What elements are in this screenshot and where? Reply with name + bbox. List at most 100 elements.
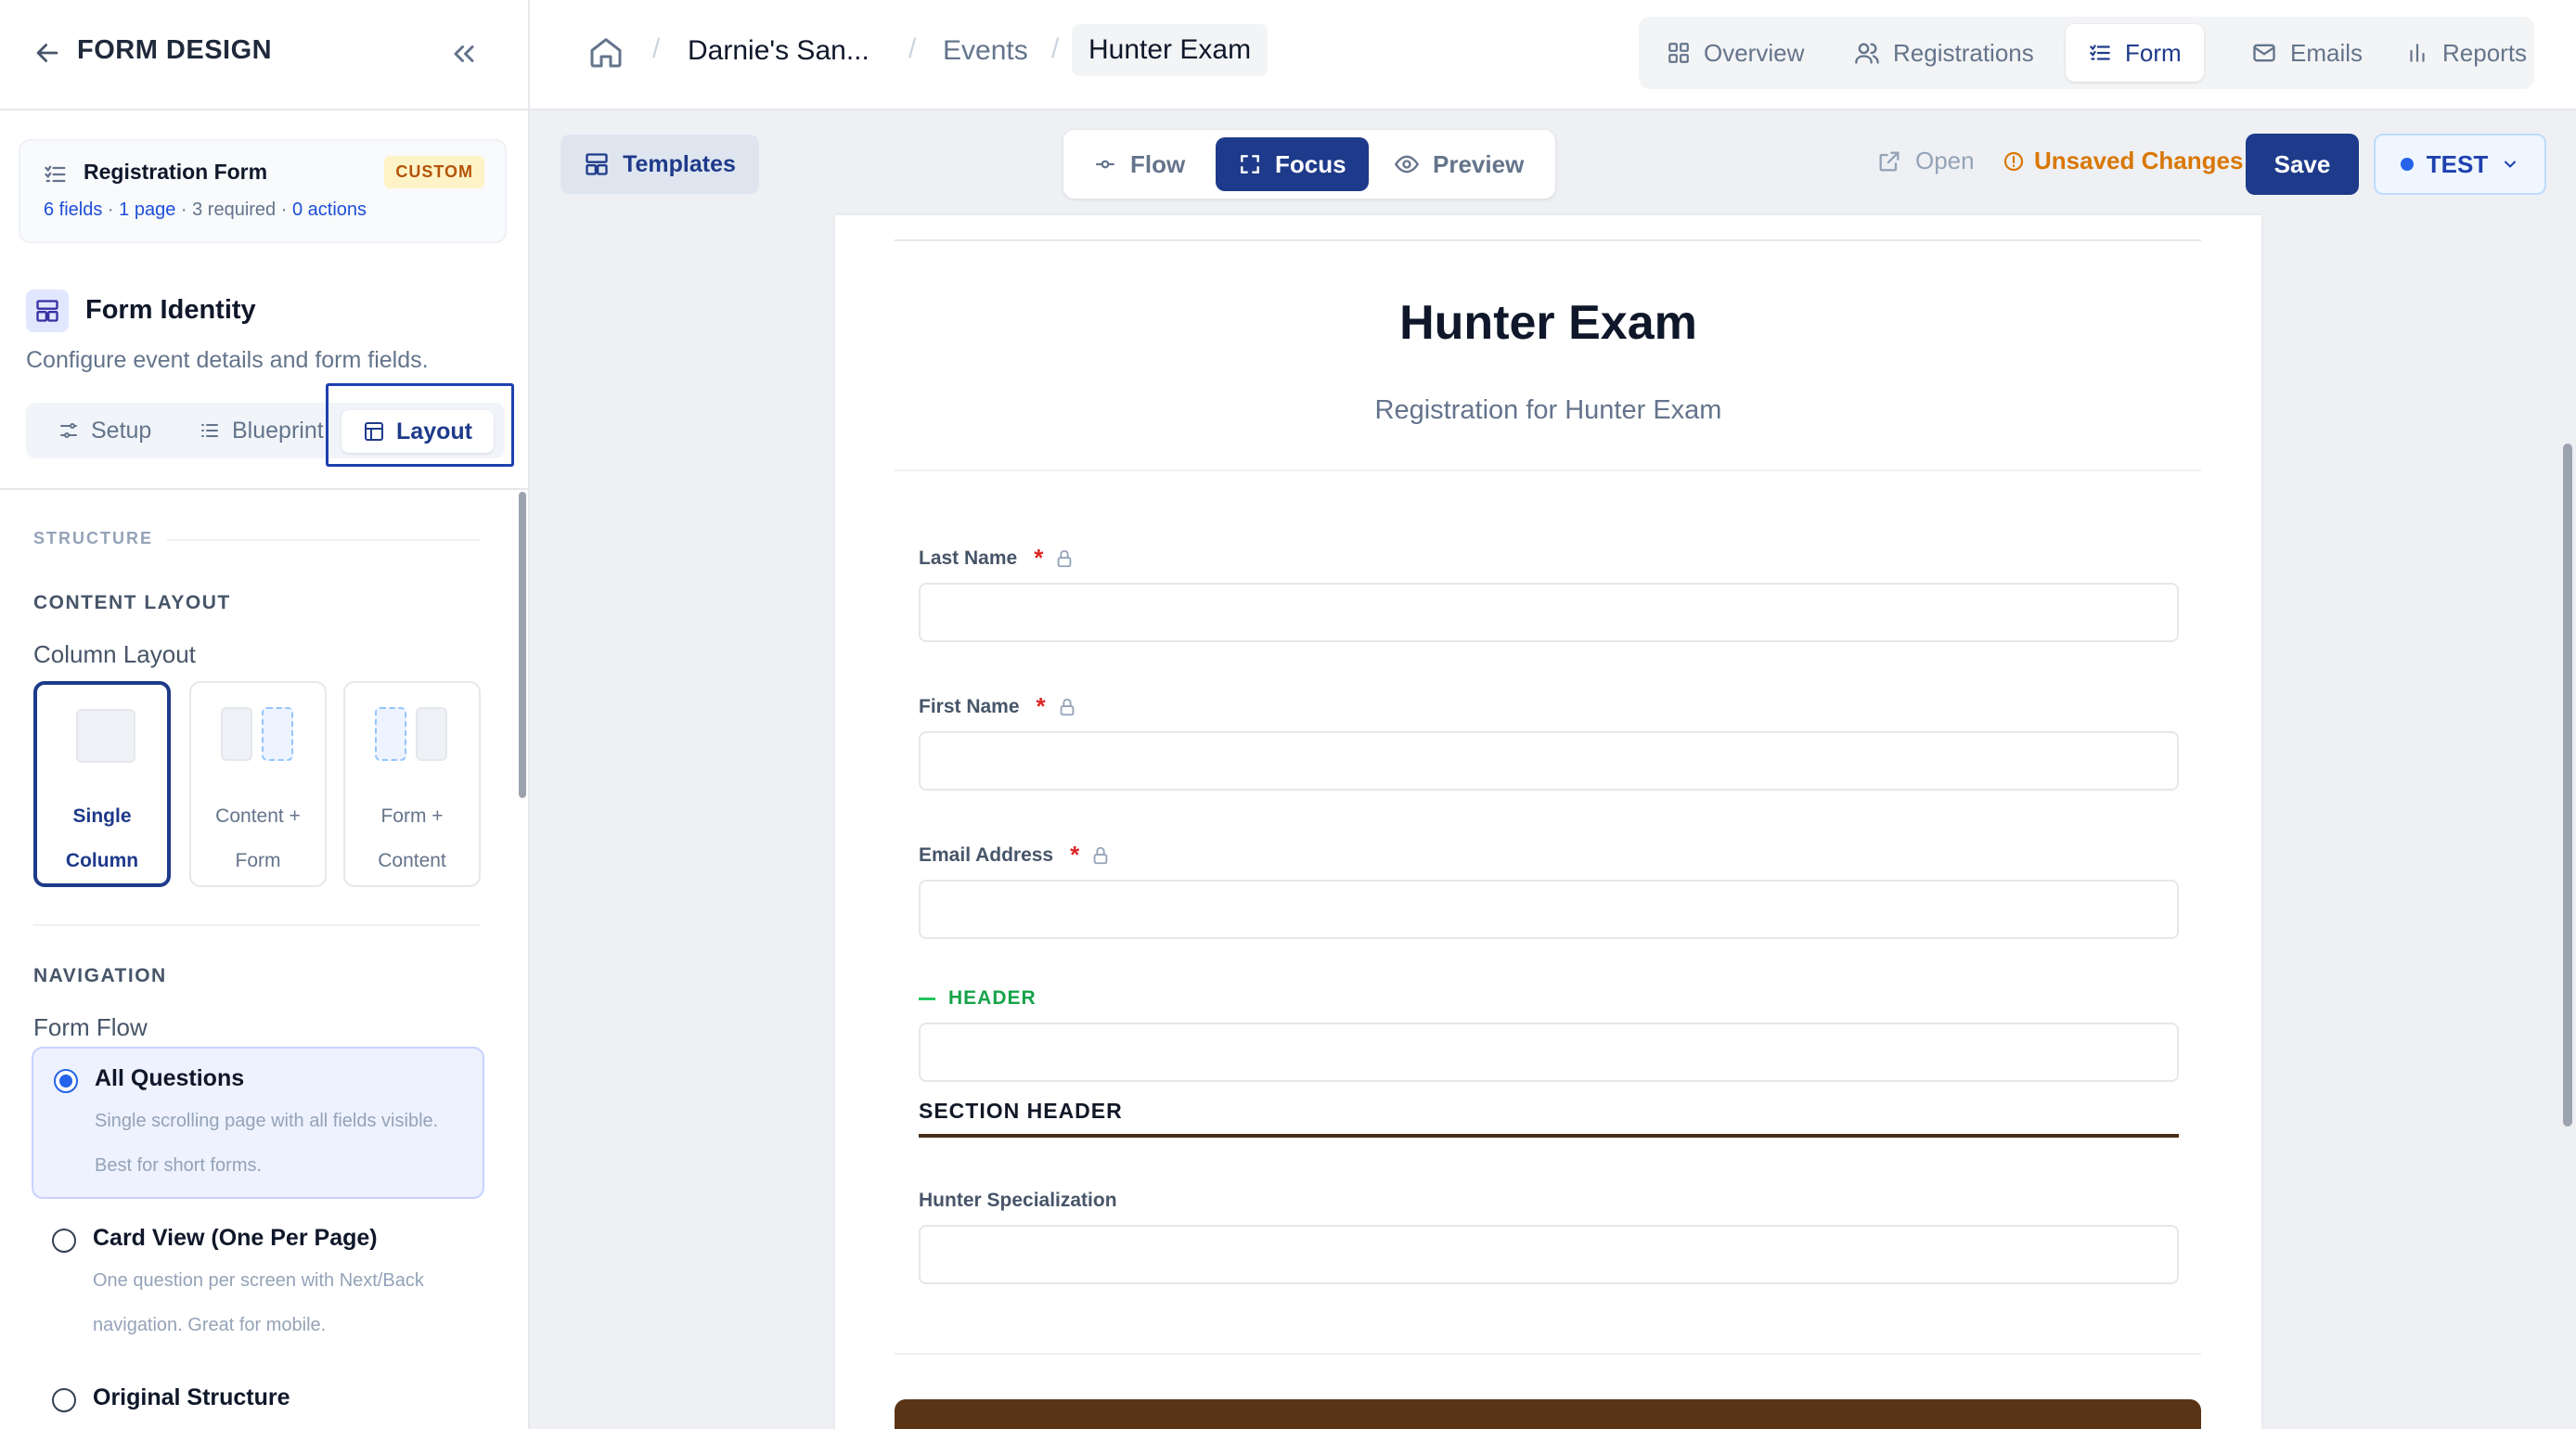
nav-tab-form[interactable]: Form: [2066, 24, 2204, 82]
section-header-title[interactable]: SECTION HEADER: [919, 1099, 1123, 1124]
nav-tab-overview[interactable]: Overview: [1667, 24, 1804, 82]
email-input[interactable]: [919, 880, 2179, 939]
field-label-last-name: Last Name *: [919, 544, 1075, 573]
tab-layout[interactable]: Layout: [341, 410, 494, 453]
lock-icon: [1093, 846, 1108, 864]
required-asterisk: *: [1070, 841, 1080, 869]
content-thumbnail: [416, 707, 447, 761]
section-header-rule: [919, 1134, 2179, 1138]
sliders-icon: [60, 423, 77, 438]
structure-divider: [167, 539, 481, 541]
form-card-title: Registration Form: [84, 160, 268, 184]
checklist-icon: [43, 161, 69, 187]
nav-tab-reports[interactable]: Reports: [2405, 24, 2527, 82]
nav-tab-emails[interactable]: Emails: [2251, 24, 2363, 82]
required-count: 3 required: [192, 200, 277, 220]
event-nav-tabs: Overview Registrations Form Emails Repor…: [1639, 17, 2534, 89]
tab-setup[interactable]: Setup: [58, 403, 151, 458]
title-divider: [895, 470, 2201, 471]
column-option-single[interactable]: Single Column: [33, 681, 171, 887]
users-icon: [1855, 43, 1879, 64]
form-preview-page: Hunter Exam Registration for Hunter Exam…: [835, 215, 2261, 1429]
mail-icon: [2253, 44, 2275, 62]
collapse-sidebar-icon[interactable]: [447, 37, 481, 71]
form-subtitle[interactable]: Registration for Hunter Exam: [835, 395, 2261, 426]
submit-button-bar[interactable]: [895, 1399, 2201, 1429]
radio-all-questions[interactable]: [54, 1069, 78, 1093]
main-scrollbar[interactable]: [2563, 444, 2572, 1126]
custom-badge: CUSTOM: [384, 156, 484, 188]
open-button[interactable]: Open: [1876, 147, 1975, 175]
footer-divider: [895, 1353, 2201, 1355]
flow-option-card-view[interactable]: Card View (One Per Page) One question pe…: [32, 1206, 484, 1355]
breadcrumb-current-event[interactable]: Hunter Exam: [1072, 24, 1269, 76]
form-identity-title: Form Identity: [85, 295, 256, 325]
content-thumbnail: [221, 707, 252, 761]
page-top-rule: [895, 239, 2201, 241]
tab-blueprint[interactable]: Blueprint: [199, 403, 356, 458]
layout-grid-icon: [26, 290, 69, 332]
form-title[interactable]: Hunter Exam: [835, 295, 2261, 351]
fields-count-link[interactable]: 6 fields: [44, 200, 102, 220]
checklist-icon: [2090, 45, 2110, 60]
lock-icon: [1058, 549, 1072, 567]
first-name-input[interactable]: [919, 731, 2179, 791]
bar-chart-icon: [2410, 44, 2425, 62]
save-button[interactable]: Save: [2246, 134, 2359, 195]
pages-count-link[interactable]: 1 page: [119, 200, 175, 220]
breadcrumb-organization[interactable]: Darnie's San...: [688, 35, 869, 67]
registration-form-card[interactable]: Registration Form CUSTOM 6 fields · 1 pa…: [19, 139, 507, 243]
hunter-specialization-input[interactable]: [919, 1225, 2179, 1284]
home-icon[interactable]: [587, 33, 625, 71]
top-bar: / Darnie's San... / Events / Hunter Exam…: [530, 0, 2576, 110]
focus-frame-icon: [1241, 155, 1259, 174]
sidebar-scrollbar[interactable]: [519, 492, 526, 798]
mode-flow[interactable]: Flow: [1093, 137, 1185, 191]
layout-grid-icon: [586, 153, 608, 175]
view-mode-switcher: Flow Focus Preview: [1063, 130, 1555, 199]
navigation-heading: NAVIGATION: [33, 965, 167, 986]
lock-icon: [1060, 698, 1075, 715]
structure-label: STRUCTURE: [33, 529, 153, 547]
breadcrumb-events[interactable]: Events: [943, 35, 1028, 67]
form-card-meta: 6 fields · 1 page · 3 required · 0 actio…: [44, 200, 367, 220]
form-flow-label: Form Flow: [33, 1013, 148, 1041]
radio-card-view[interactable]: [52, 1229, 76, 1253]
templates-button[interactable]: Templates: [560, 135, 759, 194]
actions-count-link[interactable]: 0 actions: [292, 200, 367, 220]
required-asterisk: *: [1034, 544, 1044, 572]
sidebar-tabs: Setup Blueprint Layout: [26, 403, 505, 458]
grid-icon: [1668, 43, 1689, 63]
required-asterisk: *: [1036, 692, 1046, 720]
alert-circle-icon: [2003, 151, 2024, 171]
header-block-tag: HEADER: [919, 987, 1037, 1010]
chevron-down-icon: [2505, 161, 2517, 168]
unsaved-changes-indicator: Unsaved Changes: [2003, 147, 2243, 175]
mode-preview[interactable]: Preview: [1394, 137, 1524, 191]
dash-icon: [919, 997, 935, 1000]
nav-tab-registrations[interactable]: Registrations: [1854, 24, 2034, 82]
status-dot-icon: [2400, 158, 2414, 171]
column-layout-label: Column Layout: [33, 640, 196, 668]
flow-option-original-structure[interactable]: Original Structure: [32, 1366, 484, 1429]
layout-icon: [365, 422, 384, 441]
header-text-input[interactable]: [919, 1023, 2179, 1082]
radio-original-structure[interactable]: [52, 1388, 76, 1412]
flow-option-all-questions[interactable]: All Questions Single scrolling page with…: [32, 1047, 484, 1199]
form-design-sidebar: FORM DESIGN Registration Form CUSTOM 6 f…: [0, 0, 530, 1429]
content-layout-heading: CONTENT LAYOUT: [33, 592, 231, 613]
list-icon: [201, 424, 218, 437]
back-arrow-icon[interactable]: [32, 37, 63, 69]
external-link-icon: [1879, 151, 1900, 171]
column-option-content-form[interactable]: Content + Form: [189, 681, 327, 887]
environment-dropdown[interactable]: TEST: [2374, 134, 2546, 195]
field-label-hunter-specialization: Hunter Specialization: [919, 1190, 1117, 1211]
column-option-form-content[interactable]: Form + Content: [343, 681, 481, 887]
commit-icon: [1096, 160, 1114, 169]
mode-focus[interactable]: Focus: [1216, 137, 1369, 191]
eye-icon: [1394, 155, 1420, 174]
form-identity-subtitle: Configure event details and form fields.: [26, 347, 429, 373]
field-label-first-name: First Name *: [919, 692, 1077, 721]
sidebar-header: FORM DESIGN: [0, 0, 528, 110]
last-name-input[interactable]: [919, 583, 2179, 642]
